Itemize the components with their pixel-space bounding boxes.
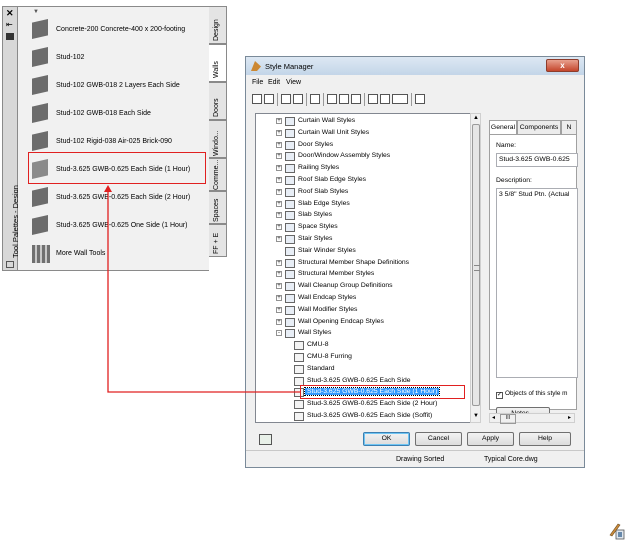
arrow-head-icon bbox=[104, 185, 112, 192]
style-tool-icon bbox=[609, 523, 625, 540]
connector-arrow bbox=[104, 185, 301, 393]
connector-line bbox=[107, 190, 301, 393]
